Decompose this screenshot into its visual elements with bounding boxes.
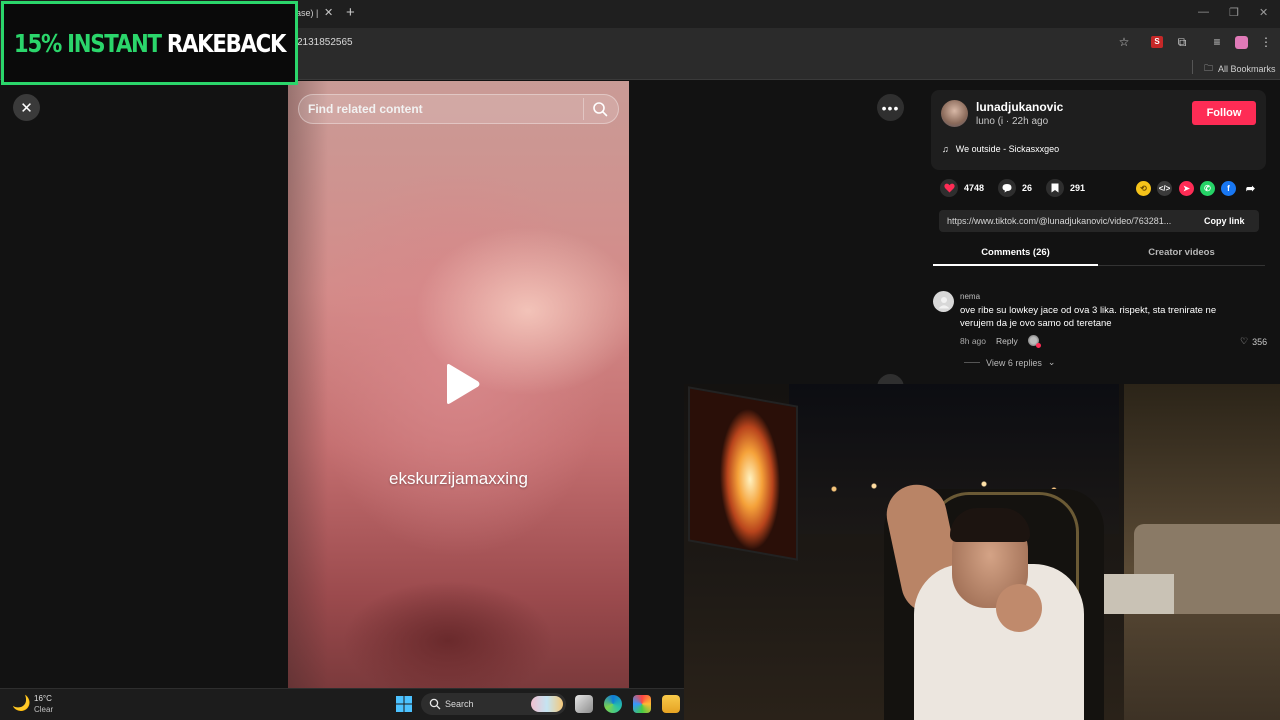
copilot-icon[interactable] [633, 695, 651, 713]
video-caption: ekskurzijamaxxing [389, 469, 528, 488]
share-arrow-icon[interactable]: ➦ [1243, 181, 1258, 196]
comment-meta: 8h ago Reply [960, 335, 1041, 348]
save-count: 291 [1070, 183, 1086, 193]
window-close-icon[interactable]: ✕ [1259, 6, 1268, 19]
commenter-username[interactable]: nema [960, 292, 980, 301]
reply-button[interactable]: Reply [996, 336, 1018, 346]
facebook-icon[interactable]: f [1221, 181, 1236, 196]
save-button[interactable]: 291 [1046, 179, 1085, 197]
creator-avatar[interactable] [941, 100, 968, 127]
embed-icon[interactable]: </> [1157, 181, 1172, 196]
send-icon[interactable]: ➤ [1179, 181, 1194, 196]
new-tab-icon[interactable]: + [346, 4, 355, 21]
extensions-icon[interactable]: ⧉ [1174, 34, 1190, 50]
webcam-table [1094, 574, 1174, 614]
creator-liked-badge [1027, 335, 1041, 348]
bookmarks-divider [1192, 60, 1193, 74]
video-link[interactable]: https://www.tiktok.com/@lunadjukanovic/v… [947, 216, 1192, 226]
rakeback-green-text: 15% INSTANT [13, 28, 162, 58]
taskbar-search-icon [429, 698, 441, 710]
view-replies-button[interactable]: View 6 replies ⌄ [964, 357, 1055, 368]
minimize-icon[interactable]: — [1198, 6, 1209, 18]
active-tab-indicator [933, 264, 1098, 266]
heart-icon [940, 179, 958, 197]
weather-temperature[interactable]: 16°C [34, 694, 52, 703]
subline-separator: · [1005, 116, 1010, 127]
webcam-person-hair [950, 508, 1030, 542]
view-replies-label: View 6 replies [986, 357, 1042, 368]
chevron-down-icon: ⌄ [1047, 357, 1056, 367]
profile-avatar-icon[interactable] [1233, 34, 1249, 50]
restore-icon[interactable]: ❐ [1229, 6, 1239, 19]
rakeback-banner: 15% INSTANT RAKEBACK [1, 1, 298, 85]
heart-outline-icon: ♡ [1240, 336, 1249, 346]
task-view-icon[interactable] [575, 695, 593, 713]
video-shade [288, 81, 328, 688]
close-viewer-icon[interactable]: ✕ [13, 94, 40, 121]
bookmark-star-icon[interactable]: ☆ [1116, 34, 1132, 50]
comment-like-count: 356 [1252, 336, 1268, 347]
edge-browser-icon[interactable] [604, 695, 622, 713]
weather-condition[interactable]: Clear [34, 705, 53, 714]
tab-title[interactable]: ase) | [296, 8, 318, 18]
rakeback-white-text: RAKEBACK [166, 28, 287, 58]
creator-username[interactable]: lunadjukanovic [976, 100, 1063, 114]
like-button[interactable]: 4748 [940, 179, 984, 197]
windows-start-icon[interactable] [396, 696, 412, 712]
search-divider [583, 98, 584, 120]
bookmark-icon [1046, 179, 1064, 197]
follow-button[interactable]: Follow [1192, 101, 1256, 125]
whatsapp-icon[interactable]: ✆ [1200, 181, 1215, 196]
search-highlight-icon [531, 696, 563, 712]
more-options-icon[interactable]: ••• [877, 94, 904, 121]
default-avatar-icon [938, 296, 949, 308]
creator-nickname: luno (Ꭵ [976, 116, 1004, 127]
repost-icon[interactable]: ⟲ [1136, 181, 1151, 196]
comment-time: 8h ago [960, 335, 986, 346]
tab-close-icon[interactable]: ✕ [324, 6, 333, 19]
tab-creator-videos[interactable]: Creator videos [1099, 247, 1264, 258]
tab-comments[interactable]: Comments (26) [933, 247, 1098, 258]
comment-like-button[interactable]: ♡ 356 [1240, 336, 1267, 347]
comment-count: 26 [1022, 183, 1033, 193]
webcam-overlay [684, 384, 1280, 720]
comment-text: ove ribe su lowkey jace od ova 3 lika. r… [960, 305, 1217, 329]
copy-link-button[interactable]: Copy link [1204, 216, 1245, 226]
taskbar-search-label: Search [445, 699, 474, 709]
play-icon[interactable] [443, 363, 481, 405]
webcam-tv-fireplace [688, 386, 798, 561]
browser-menu-icon[interactable]: ⋮ [1258, 34, 1274, 50]
weather-moon-icon[interactable]: 🌙 [12, 694, 31, 712]
commenter-avatar[interactable] [933, 291, 954, 312]
music-link[interactable]: ♫ We outside - Sickasxxgeo [942, 144, 1059, 154]
search-icon[interactable] [592, 101, 608, 117]
comment-icon [998, 179, 1016, 197]
music-title: We outside - Sickasxxgeo [955, 144, 1060, 154]
extension-s-icon[interactable]: S [1149, 34, 1165, 50]
media-control-icon[interactable]: ≡ [1209, 34, 1225, 50]
replies-line [964, 362, 980, 363]
folder-icon: 🗀 [1204, 63, 1214, 73]
all-bookmarks-button[interactable]: 🗀 All Bookmarks [1204, 61, 1276, 77]
related-search-input[interactable] [308, 101, 578, 117]
webcam-person-hand [996, 584, 1042, 632]
like-count: 4748 [964, 183, 985, 193]
all-bookmarks-label: All Bookmarks [1218, 64, 1276, 74]
creator-subline: luno (Ꭵ · 22h ago [976, 116, 1048, 127]
post-time: 22h ago [1012, 116, 1049, 127]
music-note-icon: ♫ [942, 144, 949, 154]
url-field[interactable]: 2131852565 [297, 37, 353, 48]
file-explorer-icon[interactable] [662, 695, 680, 713]
comment-button[interactable]: 26 [998, 179, 1032, 197]
